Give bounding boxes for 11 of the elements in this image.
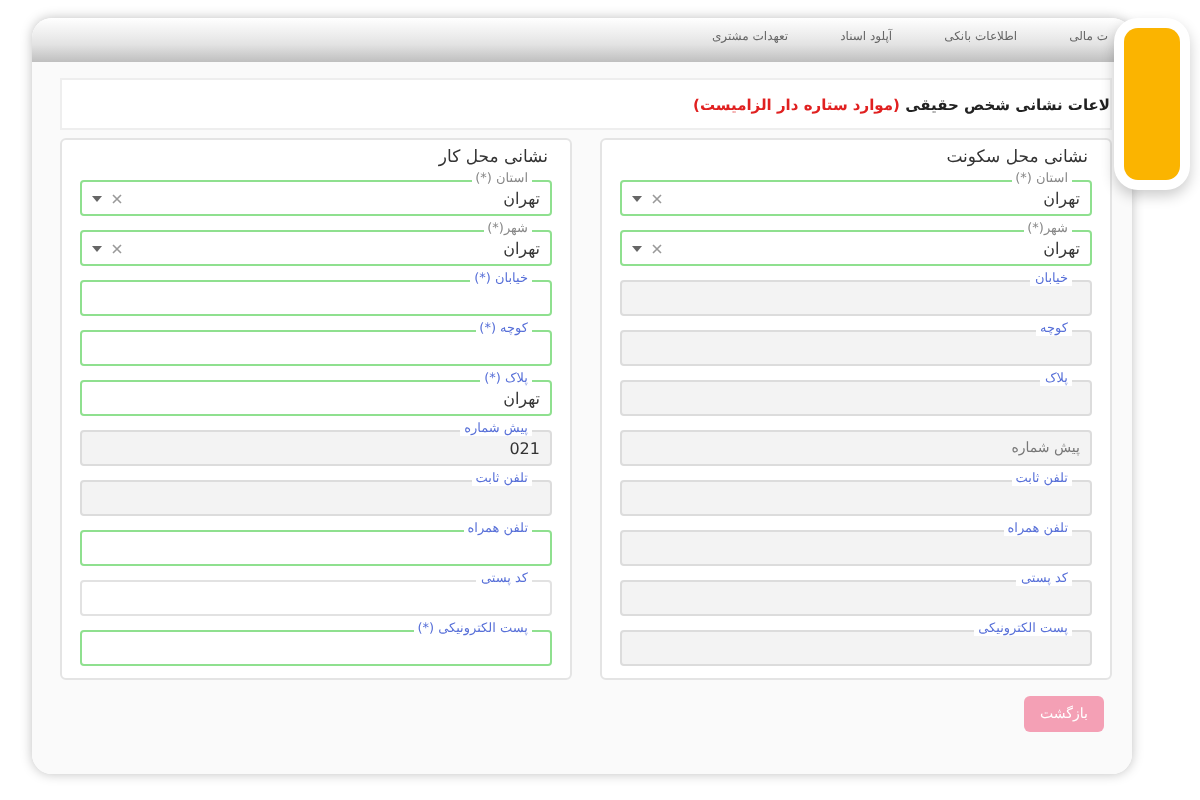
- caret-icon[interactable]: [92, 245, 102, 251]
- panel-title: نشانی محل سکونت: [946, 148, 1088, 168]
- clear-icon[interactable]: [112, 243, 122, 253]
- input-field[interactable]: [80, 280, 552, 316]
- caret-icon[interactable]: [92, 195, 102, 201]
- clear-icon[interactable]: [652, 243, 662, 253]
- clear-icon[interactable]: [652, 193, 662, 203]
- caret-icon[interactable]: [632, 245, 642, 251]
- panel-title: نشانی محل کار: [438, 148, 548, 168]
- caret-icon[interactable]: [632, 195, 642, 201]
- clear-icon[interactable]: [112, 193, 122, 203]
